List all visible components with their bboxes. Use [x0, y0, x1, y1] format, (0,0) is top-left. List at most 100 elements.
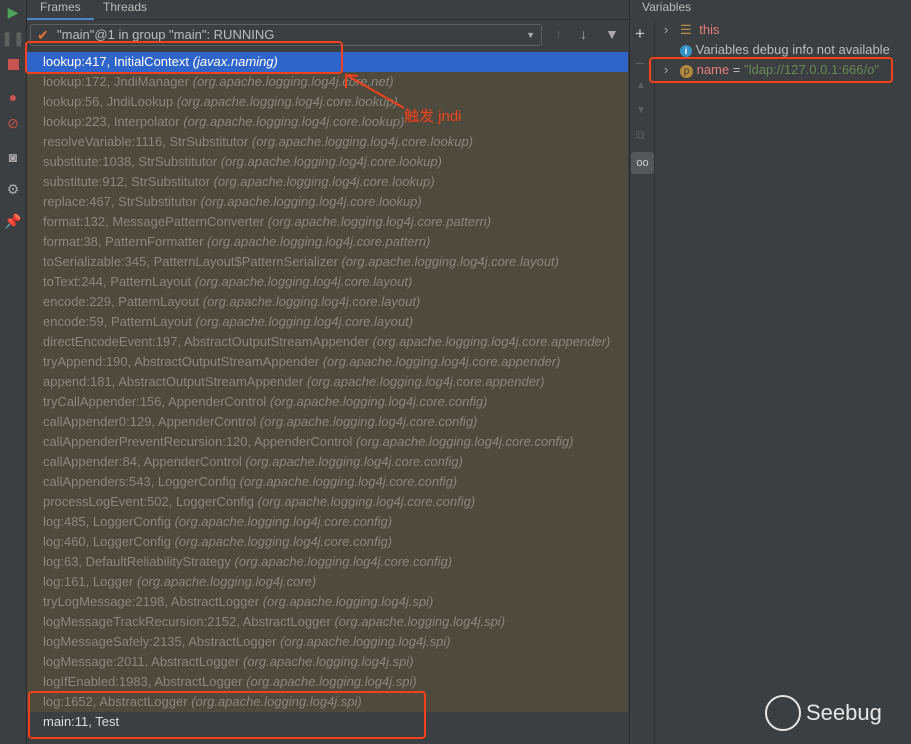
frame-row[interactable]: log:485, LoggerConfig (org.apache.loggin… — [27, 512, 628, 532]
frame-row[interactable]: callAppender0:129, AppenderControl (org.… — [27, 412, 628, 432]
frame-row[interactable]: tryLogMessage:2198, AbstractLogger (org.… — [27, 592, 628, 612]
frame-package: (org.apache.logging.log4j.core.lookup) — [213, 174, 435, 189]
frame-method: encode:229, PatternLayout — [43, 294, 200, 309]
move-down-icon[interactable]: ▼ — [636, 105, 646, 116]
frame-method: processLogEvent:502, LoggerConfig — [43, 494, 255, 509]
frame-package: (org.apache.logging.log4j.core) — [136, 574, 317, 589]
resume-icon[interactable]: ▶ — [4, 3, 22, 21]
arrow-up-icon[interactable]: ↑ — [555, 26, 562, 42]
frame-row[interactable]: toSerializable:345, PatternLayout$Patter… — [27, 252, 628, 272]
frame-package: (org.apache.logging.log4j.core.layout) — [194, 274, 413, 289]
variables-title: Variables — [642, 0, 692, 14]
camera-icon[interactable]: ◙ — [4, 148, 22, 166]
frame-method: callAppender:84, AppenderControl — [43, 454, 242, 469]
frame-row[interactable]: logMessageTrackRecursion:2152, AbstractL… — [27, 612, 628, 632]
frame-row[interactable]: format:38, PatternFormatter (org.apache.… — [27, 232, 628, 252]
frame-row[interactable]: substitute:912, StrSubstitutor (org.apac… — [27, 172, 628, 192]
frame-row[interactable]: callAppender:84, AppenderControl (org.ap… — [27, 452, 628, 472]
variables-panel: Variables + − ▲ ▼ ⧉ oo › ☰ this i Variab… — [629, 0, 911, 744]
highlight-box-variable — [649, 57, 893, 83]
frame-row[interactable]: encode:229, PatternLayout (org.apache.lo… — [27, 292, 628, 312]
frame-row[interactable]: format:132, MessagePatternConverter (org… — [27, 212, 628, 232]
frame-list: lookup:417, InitialContext (javax.naming… — [27, 52, 628, 732]
thread-label: "main"@1 in group "main": RUNNING — [57, 27, 275, 42]
mute-breakpoints-icon[interactable]: ⊘ — [4, 114, 22, 132]
frame-package: (org.apache.logging.log4j.core.pattern) — [267, 214, 492, 229]
frame-row[interactable]: callAppenders:543, LoggerConfig (org.apa… — [27, 472, 628, 492]
frame-package: (org.apache.logging.log4j.core.layout) — [341, 254, 559, 269]
expand-icon[interactable]: › — [664, 22, 668, 37]
frame-row[interactable]: callAppenderPreventRecursion:120, Append… — [27, 432, 628, 452]
frame-package: (org.apache.logging.log4j.core.lookup) — [220, 154, 442, 169]
frame-row[interactable]: append:181, AbstractOutputStreamAppender… — [27, 372, 628, 392]
settings-icon[interactable]: ⚙ — [4, 180, 22, 198]
frame-row[interactable]: log:63, DefaultReliabilityStrategy (org.… — [27, 552, 628, 572]
frame-row[interactable]: substitute:1038, StrSubstitutor (org.apa… — [27, 152, 628, 172]
pin-icon[interactable]: 📌 — [4, 212, 22, 230]
frame-package: (org.apache.logging.log4j.core.config) — [174, 514, 393, 529]
frame-row[interactable]: resolveVariable:1116, StrSubstitutor (or… — [27, 132, 628, 152]
frame-row[interactable]: lookup:56, JndiLookup (org.apache.loggin… — [27, 92, 628, 112]
frame-method: toText:244, PatternLayout — [43, 274, 192, 289]
frame-package: (org.apache.logging.log4j.core.config) — [269, 394, 488, 409]
frame-row[interactable]: log:161, Logger (org.apache.logging.log4… — [27, 572, 628, 592]
frame-row[interactable]: logIfEnabled:1983, AbstractLogger (org.a… — [27, 672, 628, 692]
frame-row[interactable]: lookup:172, JndiManager (org.apache.logg… — [27, 72, 628, 92]
field-list-icon: ☰ — [679, 22, 692, 37]
frame-method: callAppenderPreventRecursion:120, Append… — [43, 434, 353, 449]
frame-method: log:63, DefaultReliabilityStrategy — [43, 554, 231, 569]
frame-package: (org.apache.logging.log4j.core.config) — [245, 454, 463, 469]
tab-bar: Frames Threads — [27, 0, 628, 20]
frame-method: logMessageSafely:2135, AbstractLogger — [43, 634, 277, 649]
highlight-box-bottom-frames — [28, 691, 426, 739]
frame-row[interactable]: lookup:223, Interpolator (org.apache.log… — [27, 112, 628, 132]
remove-watch-icon[interactable]: − — [635, 54, 645, 74]
frame-method: replace:467, StrSubstitutor — [43, 194, 197, 209]
pause-icon[interactable]: ❚❚ — [1, 29, 24, 47]
frame-method: logIfEnabled:1983, AbstractLogger — [43, 674, 243, 689]
frame-method: lookup:223, Interpolator — [43, 114, 180, 129]
frame-row[interactable]: tryCallAppender:156, AppenderControl (or… — [27, 392, 628, 412]
info-icon: i — [680, 45, 692, 57]
frame-row[interactable]: encode:59, PatternLayout (org.apache.log… — [27, 312, 628, 332]
copy-icon[interactable]: ⧉ — [636, 128, 645, 143]
frame-row[interactable]: tryAppend:190, AbstractOutputStreamAppen… — [27, 352, 628, 372]
tab-frames[interactable]: Frames — [27, 0, 94, 20]
frame-package: (org.apache.logging.log4j.core.config) — [259, 414, 478, 429]
frame-row[interactable]: processLogEvent:502, LoggerConfig (org.a… — [27, 492, 628, 512]
frame-package: (org.apache.logging.log4j.spi) — [262, 594, 434, 609]
frame-method: format:38, PatternFormatter — [43, 234, 204, 249]
frame-package: (org.apache.logging.log4j.core.appender) — [322, 354, 561, 369]
frame-method: append:181, AbstractOutputStreamAppender — [43, 374, 304, 389]
tab-threads[interactable]: Threads — [103, 0, 147, 20]
frame-method: resolveVariable:1116, StrSubstitutor — [43, 134, 249, 149]
variable-this[interactable]: › ☰ this — [664, 20, 719, 40]
frame-package: (org.apache.logging.log4j.core.layout) — [202, 294, 421, 309]
seebug-logo-icon — [765, 695, 801, 731]
variable-name: this — [699, 22, 720, 37]
frame-method: tryLogMessage:2198, AbstractLogger — [43, 594, 260, 609]
frame-row[interactable]: logMessageSafely:2135, AbstractLogger (o… — [27, 632, 628, 652]
frame-package: (org.apache.logging.log4j.core.config) — [355, 434, 574, 449]
frame-method: substitute:912, StrSubstitutor — [43, 174, 210, 189]
frame-row[interactable]: logMessage:2011, AbstractLogger (org.apa… — [27, 652, 628, 672]
frame-row[interactable]: replace:467, StrSubstitutor (org.apache.… — [27, 192, 628, 212]
frame-row[interactable]: directEncodeEvent:197, AbstractOutputStr… — [27, 332, 628, 352]
frame-row[interactable]: toText:244, PatternLayout (org.apache.lo… — [27, 272, 628, 292]
stop-icon[interactable] — [4, 55, 22, 73]
frame-package: (org.apache.logging.log4j.spi) — [246, 674, 417, 689]
frame-package: (org.apache.logging.log4j.core.lookup) — [200, 194, 422, 209]
frame-method: lookup:56, JndiLookup — [43, 94, 174, 109]
add-watch-icon[interactable]: + — [635, 24, 645, 44]
frame-method: log:485, LoggerConfig — [43, 514, 171, 529]
frame-package: (org.apache.logging.log4j.core.layout) — [195, 314, 414, 329]
glasses-icon[interactable]: oo — [631, 152, 654, 174]
frame-package: (org.apache.logging.log4j.core.config) — [234, 554, 453, 569]
view-breakpoints-icon[interactable]: ● — [4, 88, 22, 106]
arrow-down-icon[interactable]: ↓ — [580, 26, 587, 42]
seebug-watermark: Seebug — [765, 695, 882, 731]
move-up-icon[interactable]: ▲ — [636, 80, 646, 91]
debug-toolbar: ▶ ❚❚ ● ⊘ ◙ ⚙ 📌 — [0, 0, 27, 744]
frame-row[interactable]: log:460, LoggerConfig (org.apache.loggin… — [27, 532, 628, 552]
filter-icon[interactable]: ▼ — [605, 26, 619, 42]
